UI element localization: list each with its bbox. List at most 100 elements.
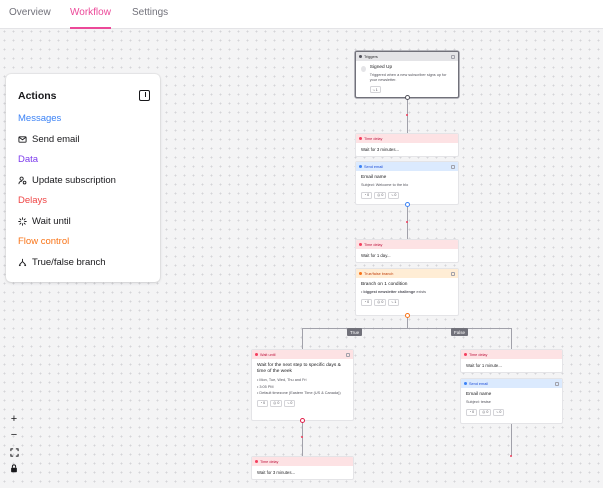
clock-icon bbox=[464, 353, 467, 356]
trigger-node-header-label: Triggers bbox=[364, 54, 378, 59]
node-handle[interactable] bbox=[404, 95, 410, 100]
action-true-false-branch[interactable]: True/false branch bbox=[18, 257, 106, 268]
fit-view-button[interactable] bbox=[6, 444, 22, 460]
branch-false-label: False bbox=[451, 328, 469, 336]
action-send-email-label: Send email bbox=[32, 134, 80, 145]
wait-timezone: • Default timezone (Eastern Time (US & C… bbox=[257, 390, 341, 395]
tab-overview[interactable]: Overview bbox=[9, 7, 51, 29]
time-delay-body: Wait for 3 minutes... bbox=[257, 470, 296, 475]
action-send-email[interactable]: Send email bbox=[18, 134, 80, 145]
stat-clicked: ⤷ 0 bbox=[493, 408, 505, 416]
branch-header: True/false branch bbox=[356, 269, 458, 278]
section-messages: Messages bbox=[18, 113, 62, 124]
section-delays: Delays bbox=[18, 195, 48, 206]
time-delay-body: Wait for 3 minutes... bbox=[361, 147, 400, 152]
time-delay-header: Time delay bbox=[461, 350, 562, 359]
add-step-marker[interactable] bbox=[510, 455, 512, 457]
action-true-false-branch-label: True/false branch bbox=[32, 257, 106, 268]
loader-icon bbox=[18, 217, 27, 226]
clock-icon bbox=[255, 460, 258, 463]
fit-view-icon bbox=[9, 447, 19, 457]
time-delay-body: Wait for 1 minute... bbox=[466, 363, 502, 368]
stat-sent: ◔ 0 bbox=[361, 298, 373, 306]
branch-title: Branch on 1 condition bbox=[361, 282, 408, 287]
stat-opened: ◎ 0 bbox=[270, 399, 283, 407]
time-delay-node[interactable]: Time delay Wait for 1 day... bbox=[355, 239, 459, 263]
mail-icon bbox=[359, 165, 362, 168]
user-plus-icon bbox=[361, 66, 366, 72]
connector bbox=[302, 328, 303, 349]
wait-until-node[interactable]: Wait until Wait for the next step to spe… bbox=[251, 349, 354, 421]
stat-opened: ◎ 0 bbox=[374, 191, 387, 199]
node-handle[interactable] bbox=[299, 418, 305, 423]
hourglass-icon bbox=[255, 353, 258, 356]
send-email-header-label: Send email bbox=[364, 164, 383, 169]
trigger-description: Triggered when a new subscriber signs up… bbox=[369, 73, 447, 82]
email-name: Email name bbox=[466, 392, 492, 397]
stat-opened: ◎ 0 bbox=[479, 408, 492, 416]
actions-panel: Actions Messages Send email Data Update … bbox=[6, 74, 160, 282]
node-handle[interactable] bbox=[404, 202, 410, 207]
true-false-branch-node[interactable]: True/false branch Branch on 1 condition … bbox=[355, 268, 459, 316]
email-subject: Subject: testse bbox=[466, 400, 491, 404]
action-update-subscription[interactable]: Update subscription bbox=[18, 175, 116, 186]
time-delay-body: Wait for 1 day... bbox=[361, 253, 391, 258]
actions-title: Actions bbox=[18, 90, 57, 102]
add-step-marker[interactable] bbox=[406, 114, 408, 116]
time-delay-header-label: Time delay bbox=[364, 242, 383, 247]
trigger-title: Signed Up bbox=[369, 65, 393, 70]
wait-days: • Mon, Tue, Wed, Thu and Fri bbox=[257, 378, 307, 383]
time-delay-header: Time delay bbox=[356, 240, 458, 249]
node-menu-icon[interactable] bbox=[451, 271, 455, 276]
email-name: Email name bbox=[361, 175, 387, 180]
trigger-node[interactable]: Triggers Signed Up Triggered when a new … bbox=[355, 51, 459, 98]
wait-title: Wait for the next step to specific days … bbox=[257, 363, 341, 375]
action-update-subscription-label: Update subscription bbox=[32, 175, 116, 186]
time-delay-header-label: Time delay bbox=[469, 352, 488, 357]
action-wait-until-label: Wait until bbox=[32, 216, 71, 227]
wait-until-header-label: Wait until bbox=[260, 352, 276, 357]
action-wait-until[interactable]: Wait until bbox=[18, 216, 71, 227]
section-data: Data bbox=[18, 154, 39, 165]
stat-clicked: ⤷ 0 bbox=[388, 191, 400, 199]
time-delay-node[interactable]: Time delay Wait for 3 minutes... bbox=[251, 456, 354, 480]
node-handle[interactable] bbox=[404, 313, 410, 318]
tab-bar: Overview Workflow Settings bbox=[0, 0, 603, 29]
add-step-marker[interactable] bbox=[406, 221, 408, 223]
branch-condition: • biggest newsletter challenge exists bbox=[361, 290, 427, 294]
lock-icon bbox=[11, 463, 17, 472]
tab-settings[interactable]: Settings bbox=[132, 7, 168, 29]
connector bbox=[511, 424, 512, 456]
send-email-node[interactable]: Send email Email name Subject: Welcome t… bbox=[355, 161, 459, 205]
stat-sent: ◔ 0 bbox=[466, 408, 478, 416]
zoom-out-button[interactable]: − bbox=[6, 427, 22, 443]
node-menu-icon[interactable] bbox=[451, 54, 455, 59]
time-delay-header-label: Time delay bbox=[364, 136, 383, 141]
branch-header-label: True/false branch bbox=[364, 271, 394, 276]
stat-clicked: ⤷ 1 bbox=[388, 298, 400, 306]
time-delay-node[interactable]: Time delay Wait for 1 minute... bbox=[460, 349, 563, 373]
collapse-panel-icon[interactable] bbox=[139, 90, 150, 101]
add-step-marker[interactable] bbox=[301, 436, 303, 438]
lock-button[interactable] bbox=[6, 460, 22, 476]
node-menu-icon[interactable] bbox=[555, 381, 559, 386]
time-delay-node[interactable]: Time delay Wait for 3 minutes... bbox=[355, 133, 459, 157]
time-delay-header-label: Time delay bbox=[260, 459, 279, 464]
tab-workflow[interactable]: Workflow bbox=[70, 7, 111, 29]
stat-sent: ◔ 0 bbox=[257, 399, 269, 407]
node-menu-icon[interactable] bbox=[346, 352, 350, 357]
clock-icon bbox=[359, 243, 362, 246]
zoom-in-button[interactable]: + bbox=[6, 411, 22, 427]
node-menu-icon[interactable] bbox=[451, 164, 455, 169]
stat-clicked: ⤷ 0 bbox=[284, 399, 296, 407]
trigger-stat: ⤷ 1 bbox=[369, 86, 381, 94]
stat-opened: ◎ 0 bbox=[374, 298, 387, 306]
time-delay-header: Time delay bbox=[356, 134, 458, 143]
branch-icon bbox=[359, 272, 362, 275]
wait-until-header: Wait until bbox=[252, 350, 353, 359]
wait-time: • 3:05 PM bbox=[257, 384, 274, 389]
send-email-node[interactable]: Send email Email name Subject: testse ◔ … bbox=[460, 378, 563, 424]
connector bbox=[302, 328, 511, 329]
section-flow-control: Flow control bbox=[18, 236, 70, 247]
user-settings-icon bbox=[18, 176, 27, 185]
